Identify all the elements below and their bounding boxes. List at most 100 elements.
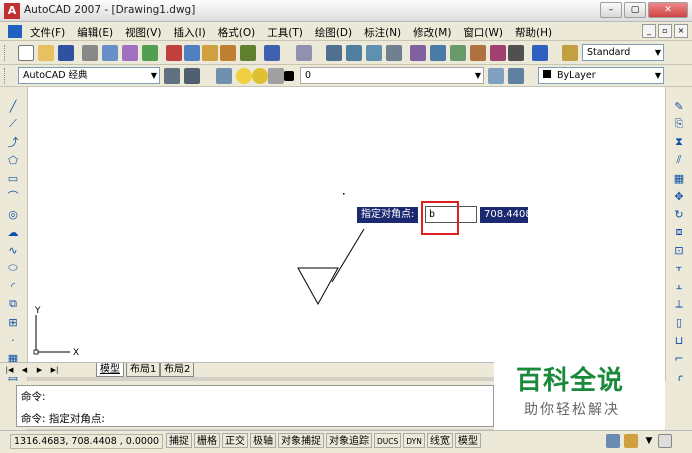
next-tab-icon[interactable]: ▶ xyxy=(34,365,45,376)
copy-icon[interactable] xyxy=(184,45,200,61)
close-button[interactable]: ✕ xyxy=(648,2,688,18)
menu-tools[interactable]: 工具(T) xyxy=(267,25,303,40)
design-center-icon[interactable] xyxy=(430,45,446,61)
menu-dimension[interactable]: 标注(N) xyxy=(364,25,401,40)
status-menu-icon[interactable]: ▼ xyxy=(642,434,656,448)
new-icon[interactable] xyxy=(18,45,34,61)
grid-toggle[interactable]: 栅格 xyxy=(194,433,220,448)
minimize-button[interactable]: – xyxy=(600,2,622,18)
undo-icon[interactable] xyxy=(264,45,280,61)
cut-icon[interactable] xyxy=(166,45,182,61)
menu-draw[interactable]: 绘图(D) xyxy=(315,25,352,40)
polar-toggle[interactable]: 极轴 xyxy=(250,433,276,448)
menu-insert[interactable]: 插入(I) xyxy=(173,25,205,40)
layer-lock-icon[interactable] xyxy=(268,68,284,84)
last-tab-icon[interactable]: ▶| xyxy=(49,365,60,376)
rectangle-icon[interactable]: ▭ xyxy=(6,171,20,185)
plot-preview-icon[interactable] xyxy=(102,45,118,61)
scale-icon[interactable]: ⧈ xyxy=(672,225,686,239)
dynamic-coordinate-field[interactable]: 708.4408 xyxy=(480,207,532,223)
drawing-canvas[interactable]: Y X xyxy=(28,87,665,362)
save-icon[interactable] xyxy=(58,45,74,61)
layer-thaw-icon[interactable] xyxy=(252,68,268,84)
arc-icon[interactable]: ⌒ xyxy=(6,189,20,203)
layer-dropdown[interactable]: 0 ▼ xyxy=(300,67,484,84)
array-icon[interactable]: ▦ xyxy=(672,171,686,185)
snap-toggle[interactable]: 捕捉 xyxy=(166,433,192,448)
layer-manager-icon[interactable] xyxy=(216,68,232,84)
doc-restore-button[interactable]: ▫ xyxy=(658,24,672,38)
markup-icon[interactable] xyxy=(490,45,506,61)
pan-icon[interactable] xyxy=(326,45,342,61)
tab-layout1[interactable]: 布局1 xyxy=(126,363,161,377)
tab-model[interactable]: 模型 xyxy=(96,363,124,377)
zoom-window-icon[interactable] xyxy=(366,45,382,61)
ellipse-icon[interactable]: ⬭ xyxy=(6,261,20,275)
polyline-icon[interactable]: ⤴ xyxy=(6,135,20,149)
clean-screen-icon[interactable] xyxy=(658,434,672,448)
extend-icon[interactable]: ⫠ xyxy=(672,279,686,293)
copy-object-icon[interactable]: ⎘ xyxy=(672,117,686,131)
make-block-icon[interactable]: ⊞ xyxy=(6,315,20,329)
line-icon[interactable]: ╱ xyxy=(6,99,20,113)
layer-on-icon[interactable] xyxy=(236,68,252,84)
move-icon[interactable]: ✥ xyxy=(672,189,686,203)
paste-icon[interactable] xyxy=(202,45,218,61)
tool-palettes-icon[interactable] xyxy=(450,45,466,61)
ellipse-arc-icon[interactable]: ◜ xyxy=(6,279,20,293)
trim-icon[interactable]: ⫟ xyxy=(672,261,686,275)
construction-line-icon[interactable]: ⟋ xyxy=(6,117,20,131)
mirror-icon[interactable]: ⧗ xyxy=(672,135,686,149)
toolbar-grip[interactable] xyxy=(4,45,7,61)
print-icon[interactable] xyxy=(82,45,98,61)
lineweight-toggle[interactable]: 线宽 xyxy=(426,433,453,448)
layer-previous-icon[interactable] xyxy=(508,68,524,84)
otrack-toggle[interactable]: 对象追踪 xyxy=(326,433,372,448)
make-current-layer-icon[interactable] xyxy=(488,68,504,84)
lock-icon[interactable] xyxy=(624,434,638,448)
model-toggle[interactable]: 模型 xyxy=(454,433,481,448)
rotate-icon[interactable]: ↻ xyxy=(672,207,686,221)
save-workspace-icon[interactable] xyxy=(184,68,200,84)
point-icon[interactable]: · xyxy=(6,333,20,347)
command-history[interactable]: 命令: 命令: 指定对角点: xyxy=(16,385,494,427)
polygon-icon[interactable]: ⬠ xyxy=(6,153,20,167)
document-icon[interactable] xyxy=(8,25,22,38)
workspace-settings-icon[interactable] xyxy=(164,68,180,84)
text-style-dropdown[interactable]: Standard ▼ xyxy=(582,44,664,61)
insert-block-icon[interactable]: ⧉ xyxy=(6,297,20,311)
menu-modify[interactable]: 修改(M) xyxy=(413,25,451,40)
ducs-toggle[interactable]: DUCS xyxy=(374,433,402,448)
menu-file[interactable]: 文件(F) xyxy=(30,25,65,40)
stretch-icon[interactable]: ⊡ xyxy=(672,243,686,257)
menu-edit[interactable]: 编辑(E) xyxy=(77,25,113,40)
doc-close-button[interactable]: × xyxy=(674,24,688,38)
erase-icon[interactable]: ✎ xyxy=(672,99,686,113)
block-editor-icon[interactable] xyxy=(240,45,256,61)
publish-icon[interactable] xyxy=(122,45,138,61)
revision-cloud-icon[interactable]: ☁ xyxy=(6,225,20,239)
maximize-button[interactable]: ▢ xyxy=(624,2,646,18)
join-icon[interactable]: ⊔ xyxy=(672,333,686,347)
zoom-realtime-icon[interactable] xyxy=(346,45,362,61)
etransmit-icon[interactable] xyxy=(142,45,158,61)
break-icon[interactable]: ▯ xyxy=(672,315,686,329)
coordinate-display[interactable]: 1316.4683, 708.4408 , 0.0000 xyxy=(10,434,164,449)
triangle-shape[interactable] xyxy=(297,267,339,306)
offset-icon[interactable]: ⫽ xyxy=(672,153,686,167)
menu-window[interactable]: 窗口(W) xyxy=(463,25,503,40)
osnap-toggle[interactable]: 对象捕捉 xyxy=(278,433,324,448)
dyn-toggle[interactable]: DYN xyxy=(403,433,425,448)
workspace-dropdown[interactable]: AutoCAD 经典 ▼ xyxy=(18,67,160,84)
text-style-icon[interactable] xyxy=(562,45,578,61)
break-at-point-icon[interactable]: ⟂ xyxy=(672,297,686,311)
open-icon[interactable] xyxy=(38,45,54,61)
zoom-previous-icon[interactable] xyxy=(386,45,402,61)
match-properties-icon[interactable] xyxy=(220,45,236,61)
chamfer-icon[interactable]: ⌐ xyxy=(672,351,686,365)
ortho-toggle[interactable]: 正交 xyxy=(222,433,248,448)
menu-help[interactable]: 帮助(H) xyxy=(515,25,552,40)
help-icon[interactable] xyxy=(532,45,548,61)
first-tab-icon[interactable]: |◀ xyxy=(4,365,15,376)
color-dropdown[interactable]: ByLayer ▼ xyxy=(538,67,664,84)
